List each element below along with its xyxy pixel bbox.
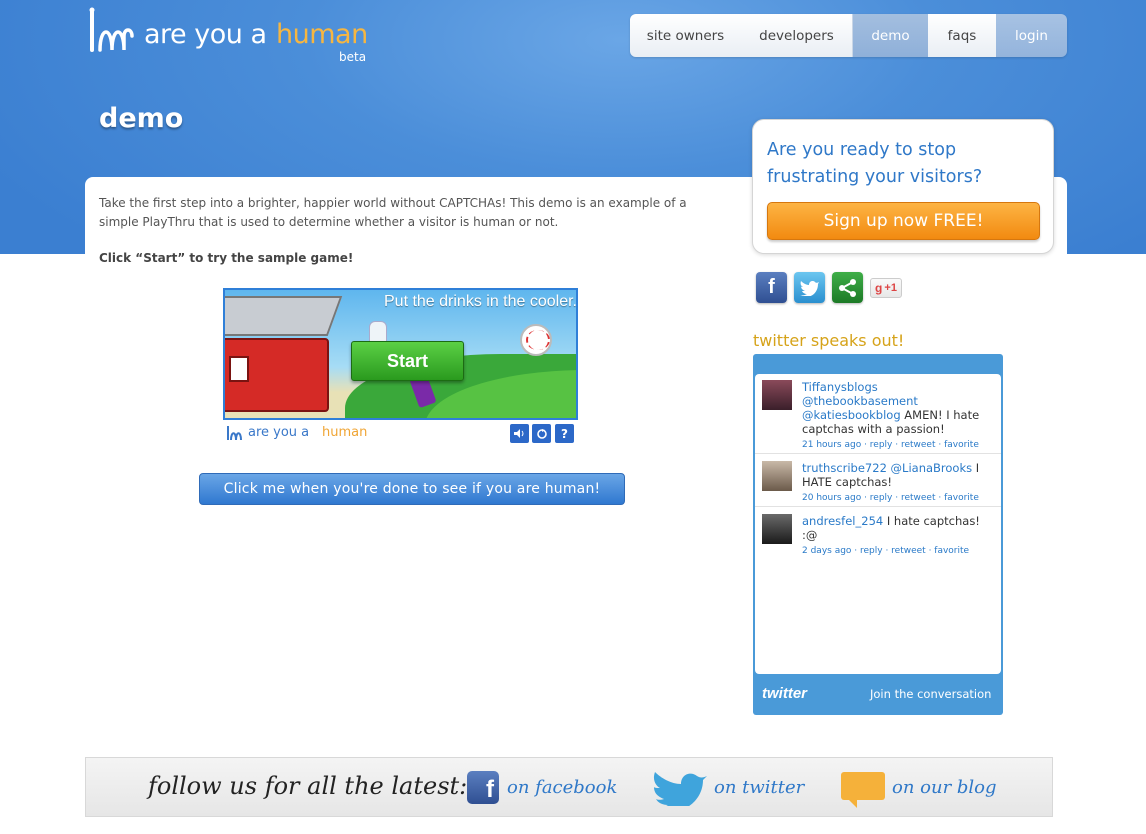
signup-question: Are you ready to stop frustrating your v… — [767, 140, 983, 187]
playthru-game[interactable]: Put the drinks in the cooler. Start — [223, 288, 578, 420]
tweet-user[interactable]: truthscribe722 — [802, 461, 887, 475]
tweet-text: truthscribe722 @LianaBrooks I HATE captc… — [802, 461, 992, 505]
tweet-item: andresfel_254 I hate captchas! :@ 2 days… — [755, 508, 1001, 560]
avatar[interactable] — [762, 514, 792, 544]
signup-button[interactable]: Sign up now FREE! — [767, 202, 1040, 240]
game-prompt: Put the drinks in the cooler. — [384, 293, 577, 310]
google-plus-one-icon[interactable]: g +1 — [870, 278, 902, 298]
tweet-item: Tiffanysblogs @thebookbasement @katiesbo… — [755, 374, 1001, 454]
logo-text-human: human — [276, 19, 368, 50]
intro-text: Take the first step into a brighter, hap… — [99, 196, 687, 229]
game-brand-human: human — [322, 425, 368, 440]
tweet-text: Tiffanysblogs @thebookbasement @katiesbo… — [802, 380, 992, 452]
help-icon[interactable]: ? — [555, 424, 574, 443]
twitter-bird-icon[interactable] — [651, 770, 709, 806]
twitter-widget: Tiffanysblogs @thebookbasement @katiesbo… — [753, 354, 1003, 715]
share-icon[interactable] — [832, 272, 863, 303]
facebook-icon[interactable]: f — [756, 272, 787, 303]
gplus-label: +1 — [884, 282, 897, 294]
cta-text: Click “Start” to try the sample game! — [99, 251, 354, 265]
page-title: demo — [99, 103, 184, 134]
game-toolbar: are you a human ? — [223, 424, 578, 444]
tweet-text: andresfel_254 I hate captchas! :@ 2 days… — [802, 514, 992, 558]
check-human-button[interactable]: Click me when you're done to see if you … — [199, 473, 625, 505]
nav-login[interactable]: login — [996, 14, 1067, 57]
speaker-icon[interactable] — [510, 424, 529, 443]
game-start-button[interactable]: Start — [351, 341, 464, 381]
logo-mark-icon — [89, 7, 134, 52]
brand-mark-icon — [227, 426, 242, 441]
nav-faqs[interactable]: faqs — [928, 14, 996, 57]
game-brand-text: are you a — [248, 425, 310, 440]
logo[interactable]: are you a human beta — [86, 6, 386, 66]
logo-beta-label: beta — [339, 50, 367, 64]
tweet-meta[interactable]: 20 hours ago · reply · retweet · favorit… — [802, 493, 979, 503]
twitter-logo[interactable]: twitter — [762, 685, 807, 702]
twitter-heading: twitter speaks out! — [753, 331, 905, 350]
cooler-lid — [225, 296, 343, 336]
tweet-meta[interactable]: 2 days ago · reply · retweet · favorite — [802, 546, 969, 556]
facebook-icon[interactable]: f — [467, 771, 499, 804]
cooler-handle — [229, 356, 249, 382]
follow-lead: follow us for all the latest: — [148, 772, 468, 800]
tweet-user[interactable]: Tiffanysblogs — [802, 380, 878, 394]
twitter-icon[interactable] — [794, 272, 825, 303]
blog-link[interactable]: on our blog — [892, 777, 997, 798]
nav-developers[interactable]: developers — [741, 14, 852, 57]
tweet-mention[interactable]: @katiesbookblog — [802, 408, 901, 422]
tweet-item: truthscribe722 @LianaBrooks I HATE captc… — [755, 455, 1001, 507]
facebook-link[interactable]: on facebook — [507, 777, 617, 798]
baseball-item[interactable] — [520, 324, 552, 356]
nav-demo[interactable]: demo — [852, 14, 928, 57]
main-nav: site owners developers demo faqs login — [630, 14, 1067, 57]
avatar[interactable] — [762, 380, 792, 410]
signup-box: Are you ready to stop frustrating your v… — [752, 119, 1054, 254]
tweet-mention[interactable]: @thebookbasement — [802, 394, 918, 408]
follow-strip: follow us for all the latest: f on faceb… — [85, 757, 1053, 817]
logo-text-are-you-a: are you a — [144, 19, 267, 50]
tweet-list: Tiffanysblogs @thebookbasement @katiesbo… — [755, 374, 1001, 674]
blog-speech-bubble-icon[interactable] — [841, 772, 885, 808]
join-conversation-link[interactable]: Join the conversation — [870, 687, 991, 701]
tweet-user[interactable]: andresfel_254 — [802, 514, 883, 528]
tweet-mention[interactable]: @LianaBrooks — [891, 461, 973, 475]
tweet-meta[interactable]: 21 hours ago · reply · retweet · favorit… — [802, 440, 979, 450]
avatar[interactable] — [762, 461, 792, 491]
nav-site-owners[interactable]: site owners — [630, 14, 741, 57]
refresh-icon[interactable] — [532, 424, 551, 443]
twitter-link[interactable]: on twitter — [714, 777, 804, 798]
